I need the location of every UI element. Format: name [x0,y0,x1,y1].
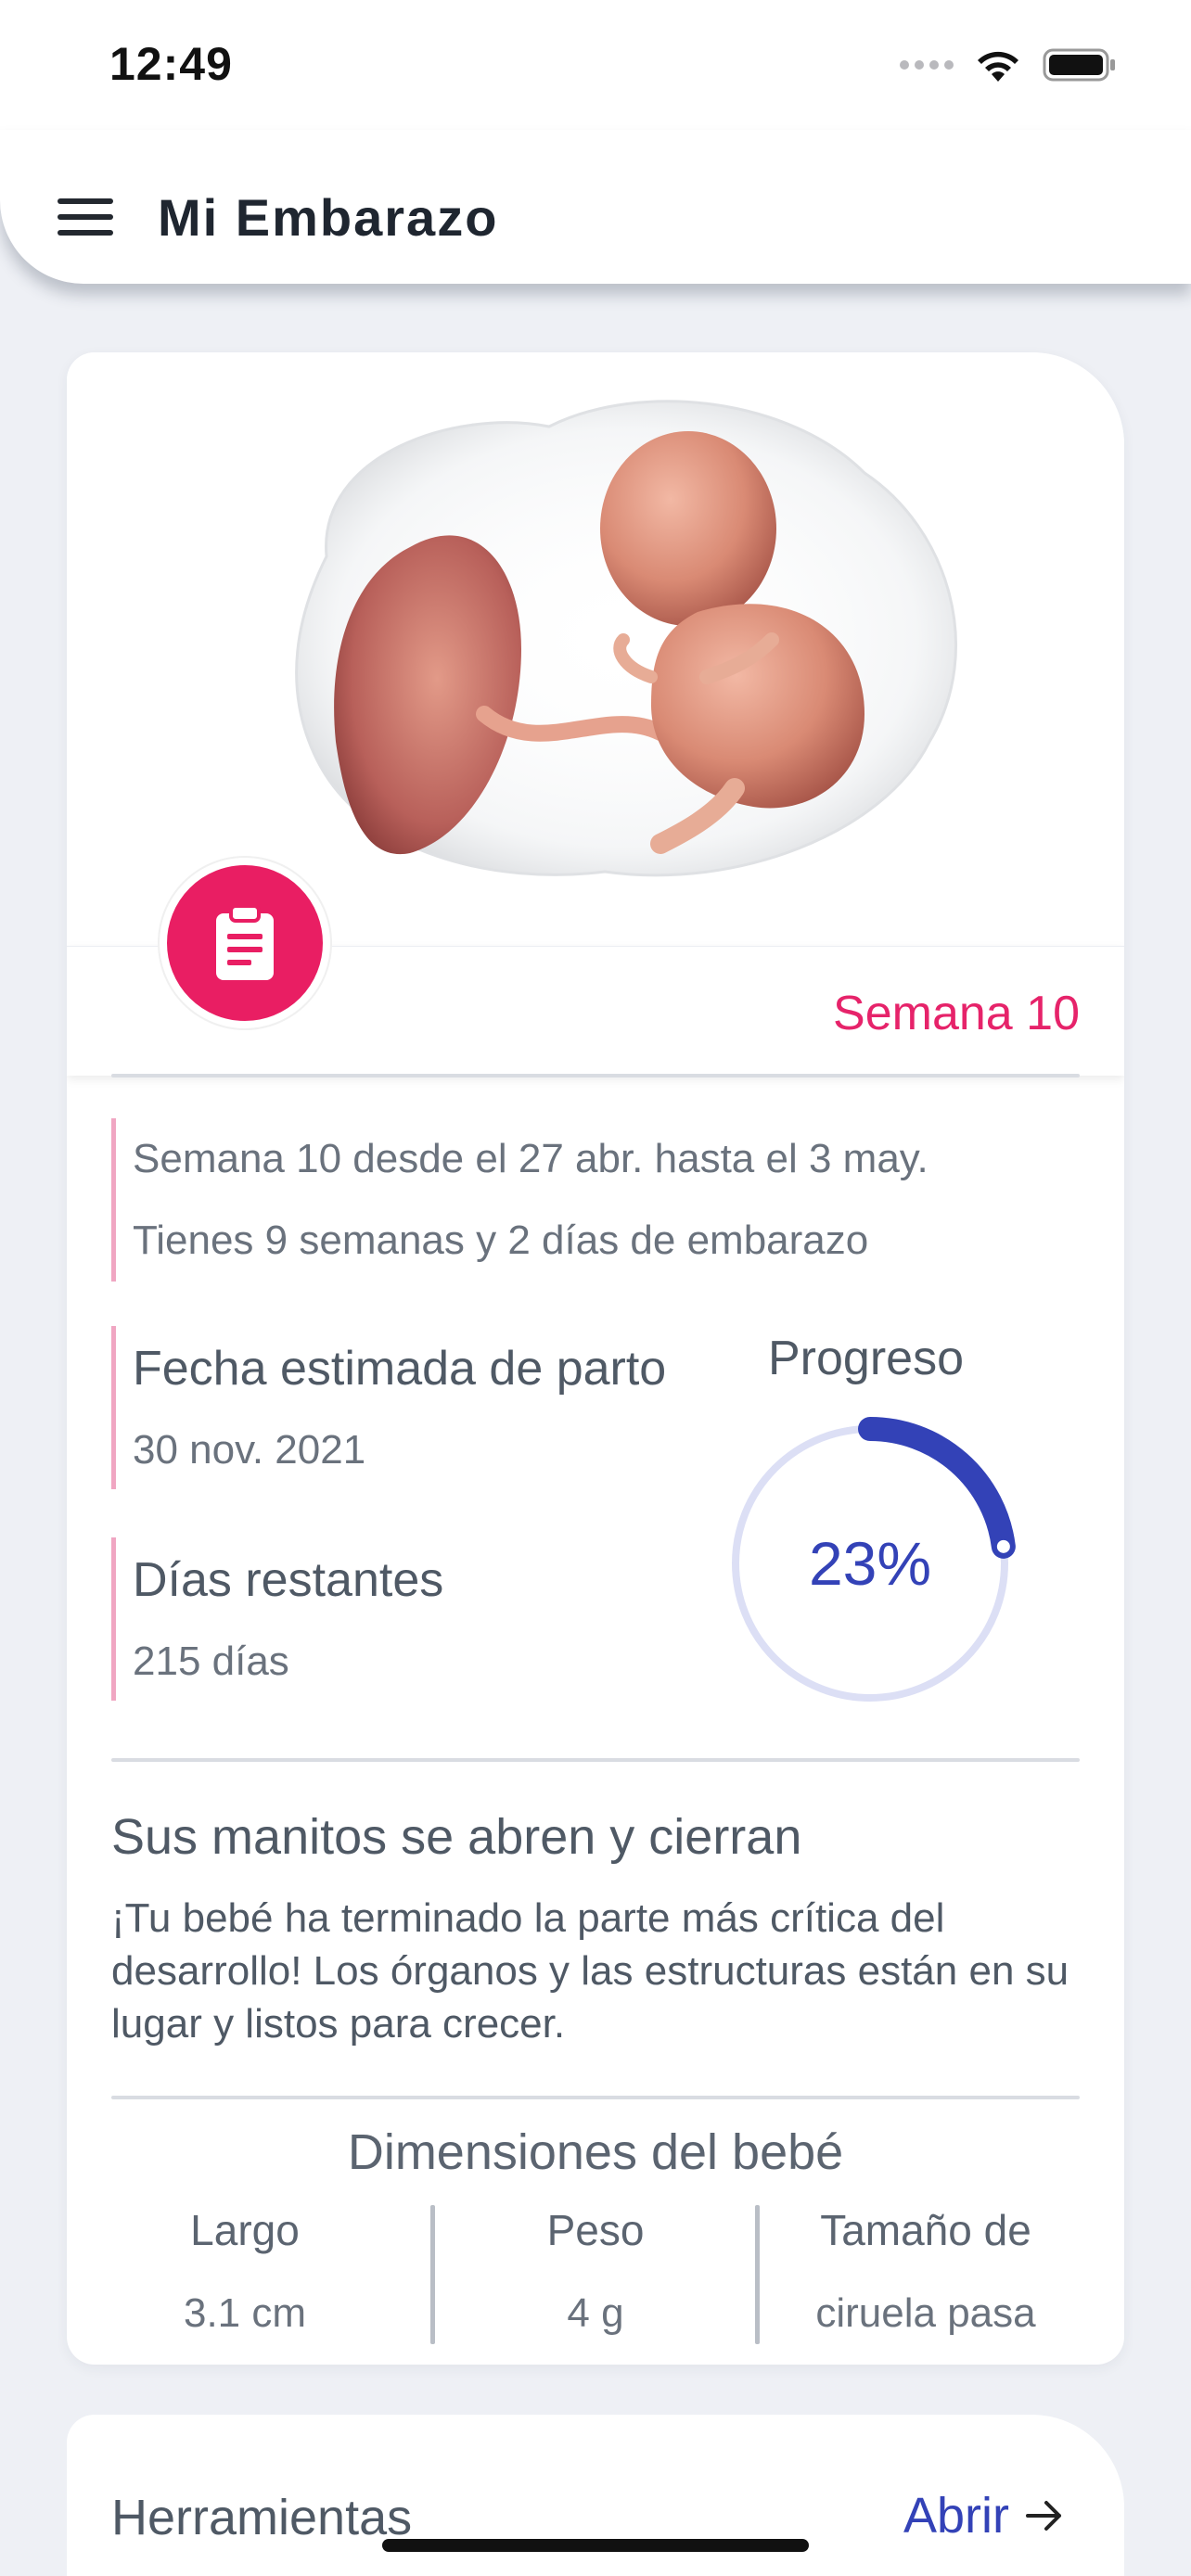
due-date-title: Fecha estimada de parto [133,1342,667,1396]
wifi-icon [978,51,1018,82]
dimensions-title: Dimensiones del bebé [347,2124,844,2180]
arrow-right-icon [1026,2501,1061,2531]
dimension-name: Peso [546,2206,645,2254]
progress-percent: 23% [808,1529,932,1598]
week-range-text: Semana 10 desde el 27 abr. hasta el 3 ma… [133,1136,928,1181]
dimension-weight: Peso 4 g [434,2188,757,2355]
days-left-block: Días restantes 215 días [111,1537,443,1701]
cellular-icon [900,60,954,70]
dimension-name: Tamaño de [820,2206,1031,2254]
divider [111,1074,1080,1078]
menu-icon[interactable] [58,198,113,239]
dimension-length: Largo 3.1 cm [83,2188,406,2355]
status-time: 12:49 [109,38,233,90]
app-title: Mi Embarazo [158,188,499,247]
home-indicator [382,2539,809,2552]
week-label: Semana 10 [833,987,1080,1040]
clipboard-icon [216,904,274,980]
hero-image [67,352,1124,946]
dimension-value: 4 g [567,2290,624,2336]
status-icons [900,46,1117,83]
due-date-block: Fecha estimada de parto 30 nov. 2021 [111,1326,666,1489]
dimension-value: 3.1 cm [183,2290,307,2336]
development-body: ¡Tu bebé ha terminado la parte más críti… [111,1895,1069,2047]
development-title: Sus manitos se abren y cierran [111,1809,802,1865]
battery-icon [1043,48,1115,82]
app-bar: Mi Embarazo [0,130,1191,284]
tools-title: Herramientas [111,2490,413,2545]
dimension-separator [755,2205,760,2344]
dimension-name: Largo [190,2206,300,2254]
divider [111,1758,1080,1762]
week-range-block: Semana 10 desde el 27 abr. hasta el 3 ma… [111,1118,928,1282]
dimension-value: ciruela pasa [815,2290,1036,2336]
dimension-size: Tamaño de ciruela pasa [764,2188,1087,2355]
week-card: Semana 10 Semana 10 desde el 27 abr. has… [67,352,1124,2365]
due-date-value: 30 nov. 2021 [133,1427,366,1473]
status-bar: 12:49 [0,0,1191,139]
tools-open-label: Abrir [903,2488,1009,2544]
fetus-illustration [295,400,957,877]
tools-open-button[interactable]: Abrir [903,2487,1065,2544]
journal-button[interactable] [160,858,330,1028]
pregnancy-time-text: Tienes 9 semanas y 2 días de embarazo [133,1218,869,1263]
days-left-value: 215 días [133,1639,289,1684]
progress-title: Progreso [768,1332,964,1385]
divider [111,2096,1080,2099]
days-left-title: Días restantes [133,1553,444,1607]
